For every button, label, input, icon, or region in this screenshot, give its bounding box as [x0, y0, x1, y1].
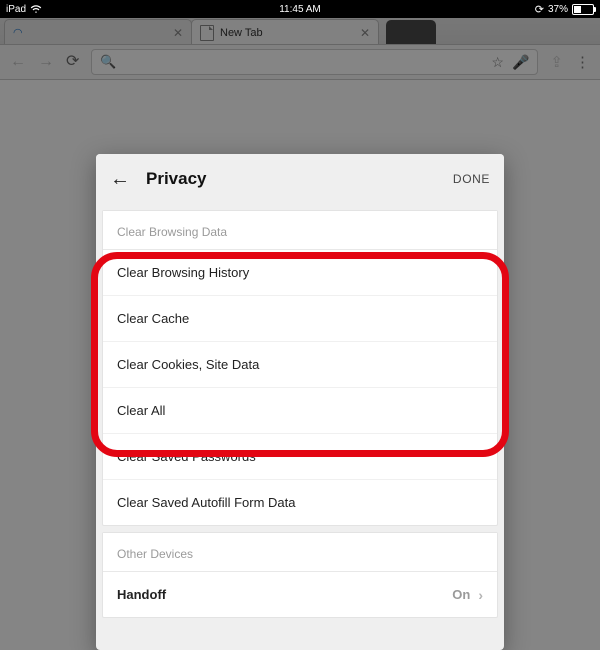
device-label: iPad	[6, 4, 26, 15]
section-header: Clear Browsing Data	[103, 211, 497, 249]
chevron-right-icon: ›	[478, 587, 483, 603]
row-label: Clear Saved Passwords	[117, 449, 256, 464]
row-handoff[interactable]: Handoff On ›	[103, 571, 497, 617]
row-label: Clear Saved Autofill Form Data	[117, 495, 295, 510]
status-bar: iPad 11:45 AM ⟳ 37%	[0, 0, 600, 18]
modal-header: ← Privacy DONE	[96, 154, 504, 204]
row-label: Clear Browsing History	[117, 265, 249, 280]
battery-percentage: 37%	[548, 4, 568, 15]
section-header: Other Devices	[103, 533, 497, 571]
row-clear-saved-autofill[interactable]: Clear Saved Autofill Form Data	[103, 479, 497, 525]
rotation-lock-icon: ⟳	[535, 3, 544, 16]
modal-title: Privacy	[146, 169, 207, 189]
row-value: On	[452, 587, 470, 602]
row-clear-saved-passwords[interactable]: Clear Saved Passwords	[103, 433, 497, 479]
row-label: Clear All	[117, 403, 165, 418]
row-label: Handoff	[117, 587, 166, 602]
battery-icon	[572, 4, 594, 15]
row-label: Clear Cookies, Site Data	[117, 357, 259, 372]
row-clear-browsing-history[interactable]: Clear Browsing History	[103, 249, 497, 295]
modal-body: Clear Browsing Data Clear Browsing Histo…	[96, 204, 504, 650]
section-clear-browsing-data: Clear Browsing Data Clear Browsing Histo…	[102, 210, 498, 526]
back-button[interactable]: ←	[110, 169, 130, 189]
row-label: Clear Cache	[117, 311, 189, 326]
privacy-settings-modal: ← Privacy DONE Clear Browsing Data Clear…	[96, 154, 504, 650]
section-other-devices: Other Devices Handoff On ›	[102, 532, 498, 618]
row-clear-all[interactable]: Clear All	[103, 387, 497, 433]
row-clear-cache[interactable]: Clear Cache	[103, 295, 497, 341]
wifi-icon	[30, 4, 42, 14]
clock: 11:45 AM	[279, 4, 321, 15]
done-button[interactable]: DONE	[453, 172, 490, 186]
row-clear-cookies[interactable]: Clear Cookies, Site Data	[103, 341, 497, 387]
